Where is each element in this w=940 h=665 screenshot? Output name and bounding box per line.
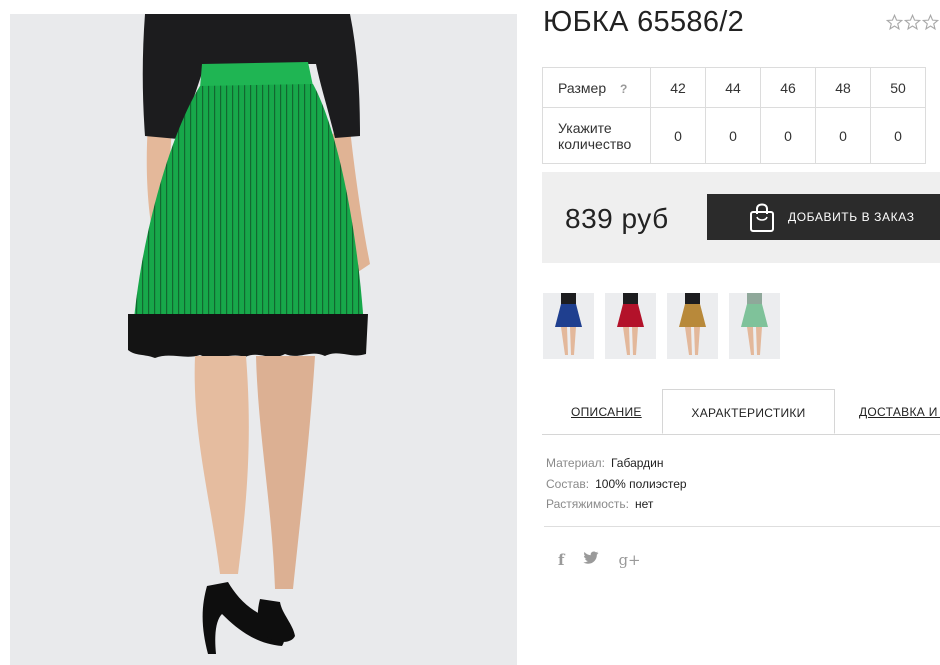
social-share: f g+ [558, 551, 641, 569]
section-divider [544, 526, 940, 527]
help-icon[interactable]: ? [620, 82, 627, 96]
facebook-icon[interactable]: f [558, 551, 564, 569]
size-quantity-table: Размер ? 42 44 46 48 50 Укажите количест… [542, 67, 926, 164]
color-variant-blue[interactable] [543, 293, 594, 359]
tab-delivery-label: ДОСТАВКА И О [859, 405, 940, 419]
quantity-label-line2: количество [558, 135, 632, 152]
rating-stars[interactable] [886, 14, 939, 31]
spec-row: Материал: Габардин [546, 453, 687, 474]
quantity-input[interactable]: 0 [705, 107, 761, 164]
size-label-cell: Размер ? [542, 67, 651, 108]
size-cell: 48 [815, 67, 871, 108]
color-variant-gold[interactable] [667, 293, 718, 359]
star-icon[interactable] [922, 14, 939, 31]
price-block: 839 руб ДОБАВИТЬ В ЗАКАЗ [542, 172, 940, 263]
twitter-icon[interactable] [583, 551, 599, 569]
variant-thumbnail-image [617, 293, 644, 355]
characteristics-list: Материал: Габардин Состав: 100% полиэстер … [546, 453, 687, 515]
tab-characteristics-label: ХАРАКТЕРИСТИКИ [691, 406, 806, 420]
spec-key: Состав: [546, 476, 590, 491]
size-cell: 46 [760, 67, 816, 108]
add-to-order-label: ДОБАВИТЬ В ЗАКАЗ [788, 210, 915, 224]
quantity-label-cell: Укажите количество [542, 107, 651, 164]
tab-description-label: ОПИСАНИЕ [571, 405, 642, 419]
price-value: 839 руб [565, 203, 669, 234]
star-icon[interactable] [904, 14, 921, 31]
spec-key: Материал: [546, 456, 605, 470]
spec-value: 100% полиэстер [595, 476, 687, 491]
quantity-label-line1: Укажите [558, 119, 612, 136]
spec-value: нет [635, 497, 654, 511]
twitter-bird-shape [583, 551, 599, 564]
tab-characteristics[interactable]: ХАРАКТЕРИСТИКИ [662, 389, 835, 434]
size-row: Размер ? 42 44 46 48 50 [542, 67, 926, 108]
variant-thumbnail-image [679, 293, 706, 355]
tab-delivery[interactable]: ДОСТАВКА И О [859, 389, 940, 434]
variant-thumbnail-image [741, 293, 768, 355]
size-cell: 50 [870, 67, 926, 108]
spec-row: Состав: 100% полиэстер [546, 474, 687, 495]
product-photo[interactable] [10, 14, 517, 665]
tab-description[interactable]: ОПИСАНИЕ [571, 389, 642, 434]
variant-thumbnail-image [555, 293, 582, 355]
size-label: Размер [558, 79, 607, 96]
spec-row: Растяжимость: нет [546, 494, 687, 515]
spec-value: Габардин [610, 456, 664, 470]
google-plus-icon[interactable]: g+ [618, 551, 640, 569]
quantity-input[interactable]: 0 [870, 107, 926, 164]
size-cell: 44 [705, 67, 761, 108]
quantity-input[interactable]: 0 [760, 107, 816, 164]
color-variant-red[interactable] [605, 293, 656, 359]
spec-key: Растяжимость: [546, 497, 630, 511]
color-variants [543, 293, 780, 359]
product-title: ЮБКА 65586/2 [543, 6, 745, 38]
quantity-input[interactable]: 0 [650, 107, 706, 164]
quantity-row: Укажите количество 0 0 0 0 0 [542, 107, 926, 164]
star-icon[interactable] [886, 14, 903, 31]
shopping-bag-icon [750, 203, 774, 232]
quantity-input[interactable]: 0 [815, 107, 871, 164]
product-photo-illustration [10, 14, 517, 665]
add-to-order-button[interactable]: ДОБАВИТЬ В ЗАКАЗ [707, 194, 940, 240]
color-variant-mint[interactable] [729, 293, 780, 359]
size-cell: 42 [650, 67, 706, 108]
product-tabs: ОПИСАНИЕ ХАРАКТЕРИСТИКИ ДОСТАВКА И О [542, 389, 940, 435]
